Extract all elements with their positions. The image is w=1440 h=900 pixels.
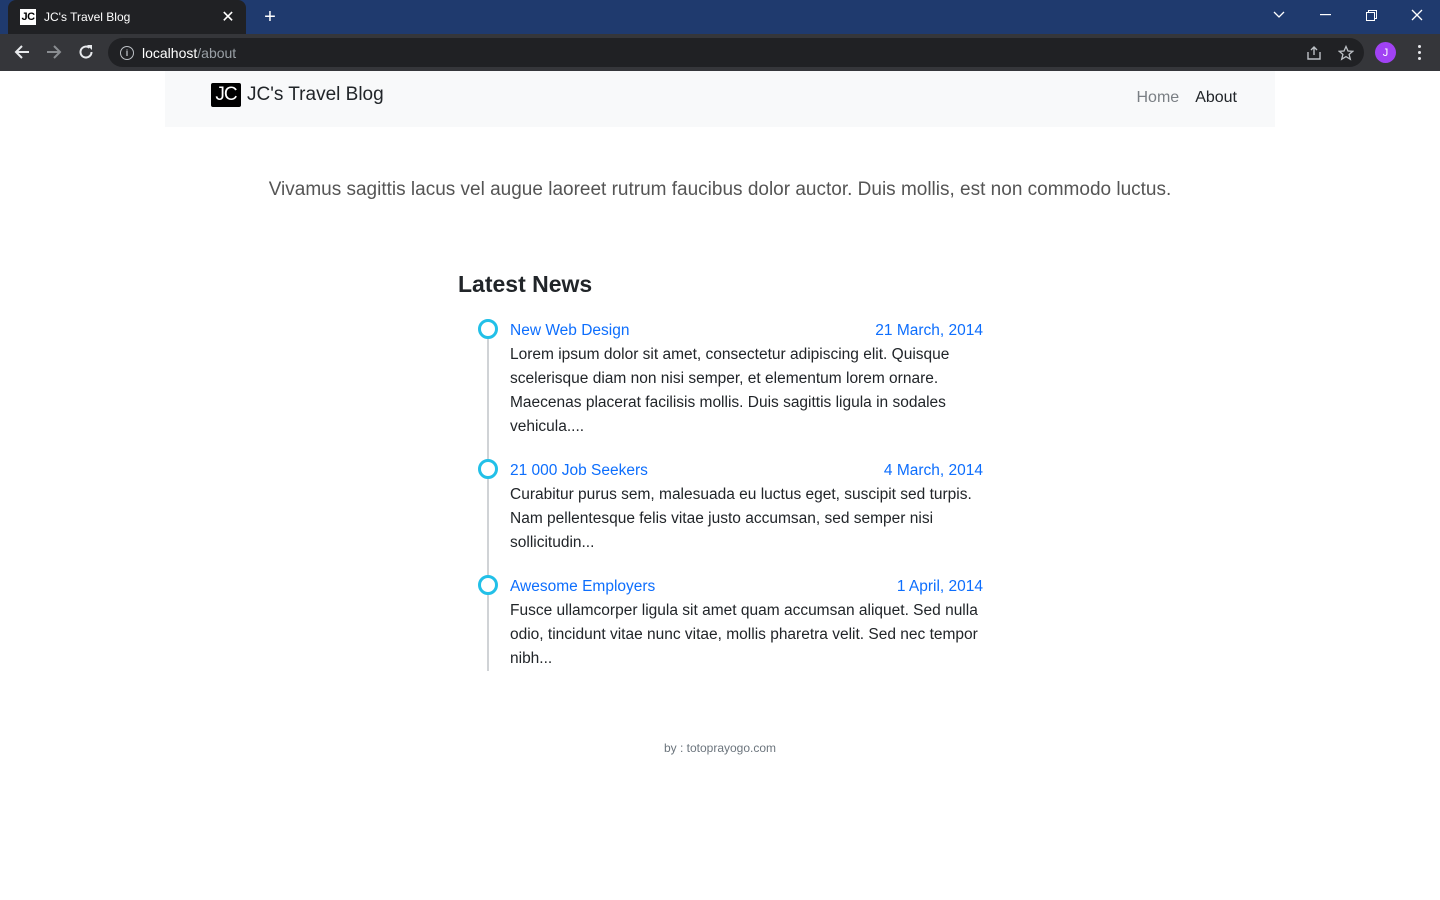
tab-favicon: JC [20, 9, 36, 25]
new-tab-icon[interactable]: + [258, 5, 282, 29]
back-arrow-icon[interactable] [10, 40, 34, 64]
share-icon[interactable] [1304, 43, 1324, 63]
nav-home-link[interactable]: Home [1137, 89, 1180, 107]
news-date-link[interactable]: 1 April, 2014 [897, 575, 983, 599]
timeline-dot-icon [478, 319, 498, 339]
browser-menu-icon[interactable] [1410, 40, 1428, 64]
minimize-icon[interactable] [1302, 0, 1348, 30]
news-date-link[interactable]: 4 March, 2014 [884, 459, 983, 483]
timeline-dot-icon [478, 575, 498, 595]
tab-search-icon[interactable] [1256, 0, 1302, 30]
forward-arrow-icon[interactable] [42, 40, 66, 64]
tab-title: JC's Travel Blog [44, 10, 131, 24]
browser-tab[interactable]: JC JC's Travel Blog ✕ [8, 0, 246, 34]
site-info-icon[interactable]: i [120, 45, 134, 60]
tab-close-icon[interactable]: ✕ [220, 7, 236, 27]
site-navbar: JC JC's Travel Blog Home About [165, 71, 1275, 127]
profile-avatar[interactable]: J [1375, 42, 1396, 63]
news-title-link[interactable]: 21 000 Job Seekers [510, 459, 648, 483]
news-title-link[interactable]: Awesome Employers [510, 575, 655, 599]
latest-news-heading: Latest News [458, 271, 593, 297]
restore-icon[interactable] [1348, 0, 1394, 30]
brand-logo: JC [211, 83, 241, 107]
footer-credit: by : totoprayogo.com [663, 741, 777, 755]
reload-icon[interactable] [74, 40, 98, 64]
lead-paragraph: Vivamus sagittis lacus vel augue laoreet… [268, 179, 1172, 200]
timeline-dot-icon [478, 459, 498, 479]
brand-text: JC's Travel Blog [247, 84, 384, 105]
close-window-icon[interactable] [1394, 0, 1440, 30]
news-title-link[interactable]: New Web Design [510, 319, 629, 343]
nav-about-link[interactable]: About [1195, 89, 1237, 107]
url-text: localhost/about [142, 44, 237, 61]
bookmark-star-icon[interactable] [1336, 43, 1356, 63]
nav-links: Home About [1137, 89, 1238, 107]
news-excerpt: Lorem ipsum dolor sit amet, consectetur … [510, 346, 950, 435]
news-date-link[interactable]: 21 March, 2014 [875, 319, 983, 343]
browser-tab-strip: JC JC's Travel Blog ✕ + [0, 0, 1440, 34]
news-excerpt: Curabitur purus sem, malesuada eu luctus… [510, 486, 972, 551]
news-excerpt: Fusce ullamcorper ligula sit amet quam a… [510, 602, 978, 667]
address-bar: i localhost/about J [0, 34, 1440, 71]
timeline-item: Awesome Employers 1 April, 2014 Fusce ul… [478, 575, 983, 671]
url-field[interactable]: i localhost/about [108, 38, 1364, 67]
timeline-item: New Web Design 21 March, 2014 Lorem ipsu… [478, 319, 983, 439]
timeline-item: 21 000 Job Seekers 4 March, 2014 Curabit… [478, 459, 983, 555]
brand-link[interactable]: JC JC's Travel Blog [211, 83, 384, 107]
page-content: JC JC's Travel Blog Home About Vivamus s… [0, 71, 1440, 900]
news-timeline: New Web Design 21 March, 2014 Lorem ipsu… [478, 319, 983, 691]
